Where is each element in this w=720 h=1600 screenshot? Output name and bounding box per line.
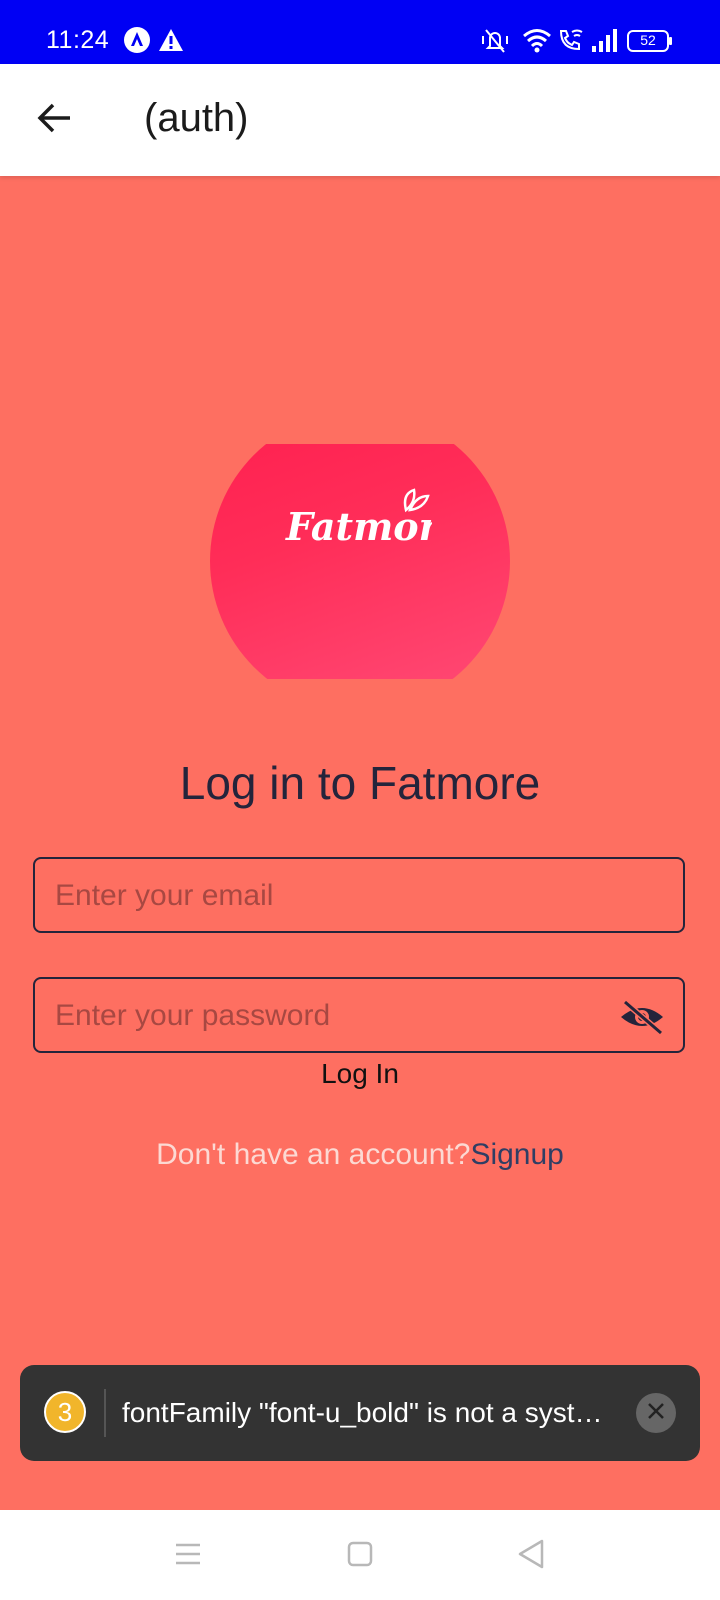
signup-link[interactable]: Signup (470, 1138, 563, 1171)
system-navigation-bar (0, 1510, 720, 1600)
password-field (33, 977, 685, 1053)
login-heading: Log in to Fatmore (179, 757, 541, 809)
nav-back-button[interactable] (512, 1534, 552, 1574)
warning-icon (157, 26, 185, 54)
back-button[interactable] (28, 94, 80, 146)
app-notification-icon (123, 26, 151, 54)
fatmore-logo-wordmark: Fatmore (282, 482, 463, 559)
signup-prompt-line: Don't have an account?Signup (0, 1138, 720, 1172)
signal-icon (590, 26, 618, 54)
nav-home-button[interactable] (340, 1534, 380, 1574)
battery-icon: 52 (627, 30, 673, 52)
toast-message: fontFamily "font-u_bold" is not a system… (122, 1397, 612, 1428)
email-field (33, 857, 685, 933)
error-toast[interactable]: 3 fontFamily "font-u_bold" is not a syst… (20, 1365, 700, 1461)
arrow-left-icon (36, 102, 72, 139)
logo-background (210, 444, 510, 679)
status-time: 11:24 (46, 26, 110, 54)
toast-divider (104, 1389, 106, 1437)
signup-prompt-text: Don't have an account? (156, 1138, 471, 1171)
wifi-calling-icon (556, 26, 584, 54)
home-icon (340, 1541, 380, 1578)
eye-off-icon (619, 999, 665, 1039)
battery-level: 52 (640, 32, 656, 48)
wifi-icon (522, 26, 551, 54)
close-icon (647, 1402, 665, 1425)
app-bar: (auth) (0, 64, 720, 176)
nav-menu-button[interactable] (168, 1534, 208, 1574)
password-input[interactable] (53, 979, 617, 1053)
page-title: (auth) (144, 96, 249, 140)
status-bar: 11:24 52 (0, 0, 720, 64)
login-button[interactable]: Log In (0, 1058, 720, 1090)
back-icon (512, 1539, 552, 1578)
toast-close-button[interactable] (636, 1393, 676, 1433)
menu-icon (168, 1543, 208, 1578)
toast-count-badge: 3 (44, 1391, 86, 1433)
email-input[interactable] (53, 859, 617, 933)
vibrate-icon (480, 26, 508, 54)
toggle-password-visibility-button[interactable] (619, 999, 665, 1036)
app-logo: Fatmore (210, 444, 510, 679)
